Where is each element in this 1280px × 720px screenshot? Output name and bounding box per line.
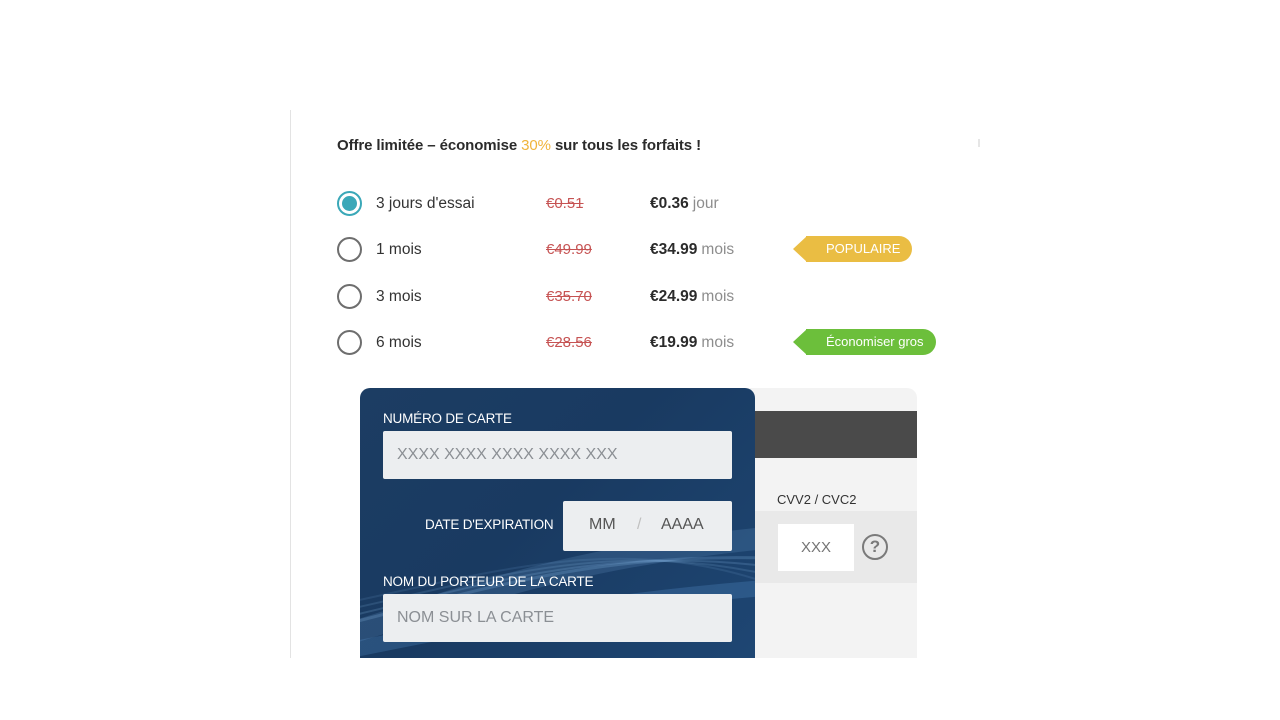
plan-price-period: mois [701, 287, 735, 305]
plan-list: 3 jours d'essai €0.51 €0.36 jour 1 mois €… [336, 188, 956, 373]
plan-option-1-month[interactable]: 1 mois €49.99 €34.99 mois POPULAIRE [336, 234, 956, 280]
offer-percent: 30% [521, 137, 551, 154]
plan-price-amount: €0.36 [650, 195, 689, 212]
plan-price-amount: €19.99 [650, 333, 698, 351]
plan-name: 3 mois [376, 287, 422, 305]
plan-price: €0.36 jour [650, 195, 719, 213]
plan-radio-6-months[interactable] [337, 329, 362, 355]
plan-option-3-months[interactable]: 3 mois €35.70 €24.99 mois [336, 281, 956, 327]
plan-name: 1 mois [376, 241, 422, 259]
expiry-month[interactable]: MM [589, 516, 616, 534]
offer-headline: Offre limitée – économise 30% sur tous l… [337, 137, 701, 154]
expiry-year[interactable]: AAAA [661, 516, 704, 534]
plan-name: 6 mois [376, 333, 422, 351]
plan-price: €24.99 mois [650, 288, 734, 306]
plan-price: €19.99 mois [650, 334, 734, 352]
plan-option-6-months[interactable]: 6 mois €28.56 €19.99 mois Économiser gros [336, 327, 956, 373]
offer-prefix: Offre limitée – économise [337, 137, 522, 154]
plan-price-period: mois [701, 241, 735, 259]
plan-price-period: mois [701, 333, 735, 351]
expiry-field[interactable]: MM / AAAA [563, 501, 732, 551]
plan-old-price: €49.99 [546, 241, 592, 259]
plan-price: €34.99 mois [650, 241, 734, 259]
plan-price-amount: €24.99 [650, 287, 698, 305]
card-number-label: NUMÉRO DE CARTE [383, 411, 512, 426]
expiry-label: DATE D'EXPIRATION [425, 517, 554, 532]
cardholder-name-input[interactable] [383, 594, 732, 642]
cvv-input[interactable] [778, 524, 854, 571]
plan-price-amount: €34.99 [650, 241, 698, 259]
popular-badge: POPULAIRE [792, 236, 913, 263]
right-edge-mark [978, 139, 980, 147]
plan-old-price: €35.70 [546, 287, 592, 305]
cardholder-label: NOM DU PORTEUR DE LA CARTE [383, 574, 594, 589]
plan-price-period: jour [692, 195, 719, 212]
plan-name: 3 jours d'essai [376, 195, 475, 212]
card-number-input[interactable] [383, 431, 732, 479]
left-divider [290, 110, 291, 658]
cvv-label: CVV2 / CVC2 [777, 492, 857, 507]
plan-radio-trial[interactable] [337, 191, 362, 216]
card-front: NUMÉRO DE CARTE DATE D'EXPIRATION MM / A… [360, 388, 755, 658]
plan-old-price: €0.51 [546, 195, 584, 212]
expiry-separator: / [637, 516, 642, 533]
help-icon[interactable]: ? [862, 534, 888, 560]
plan-radio-3-months[interactable] [337, 283, 362, 309]
plan-radio-1-month[interactable] [337, 237, 362, 263]
plan-old-price: €28.56 [546, 333, 592, 351]
save-big-badge: Économiser gros [793, 328, 936, 355]
offer-suffix: sur tous les forfaits ! [550, 137, 702, 154]
plan-option-trial[interactable]: 3 jours d'essai €0.51 €0.36 jour [336, 188, 956, 234]
